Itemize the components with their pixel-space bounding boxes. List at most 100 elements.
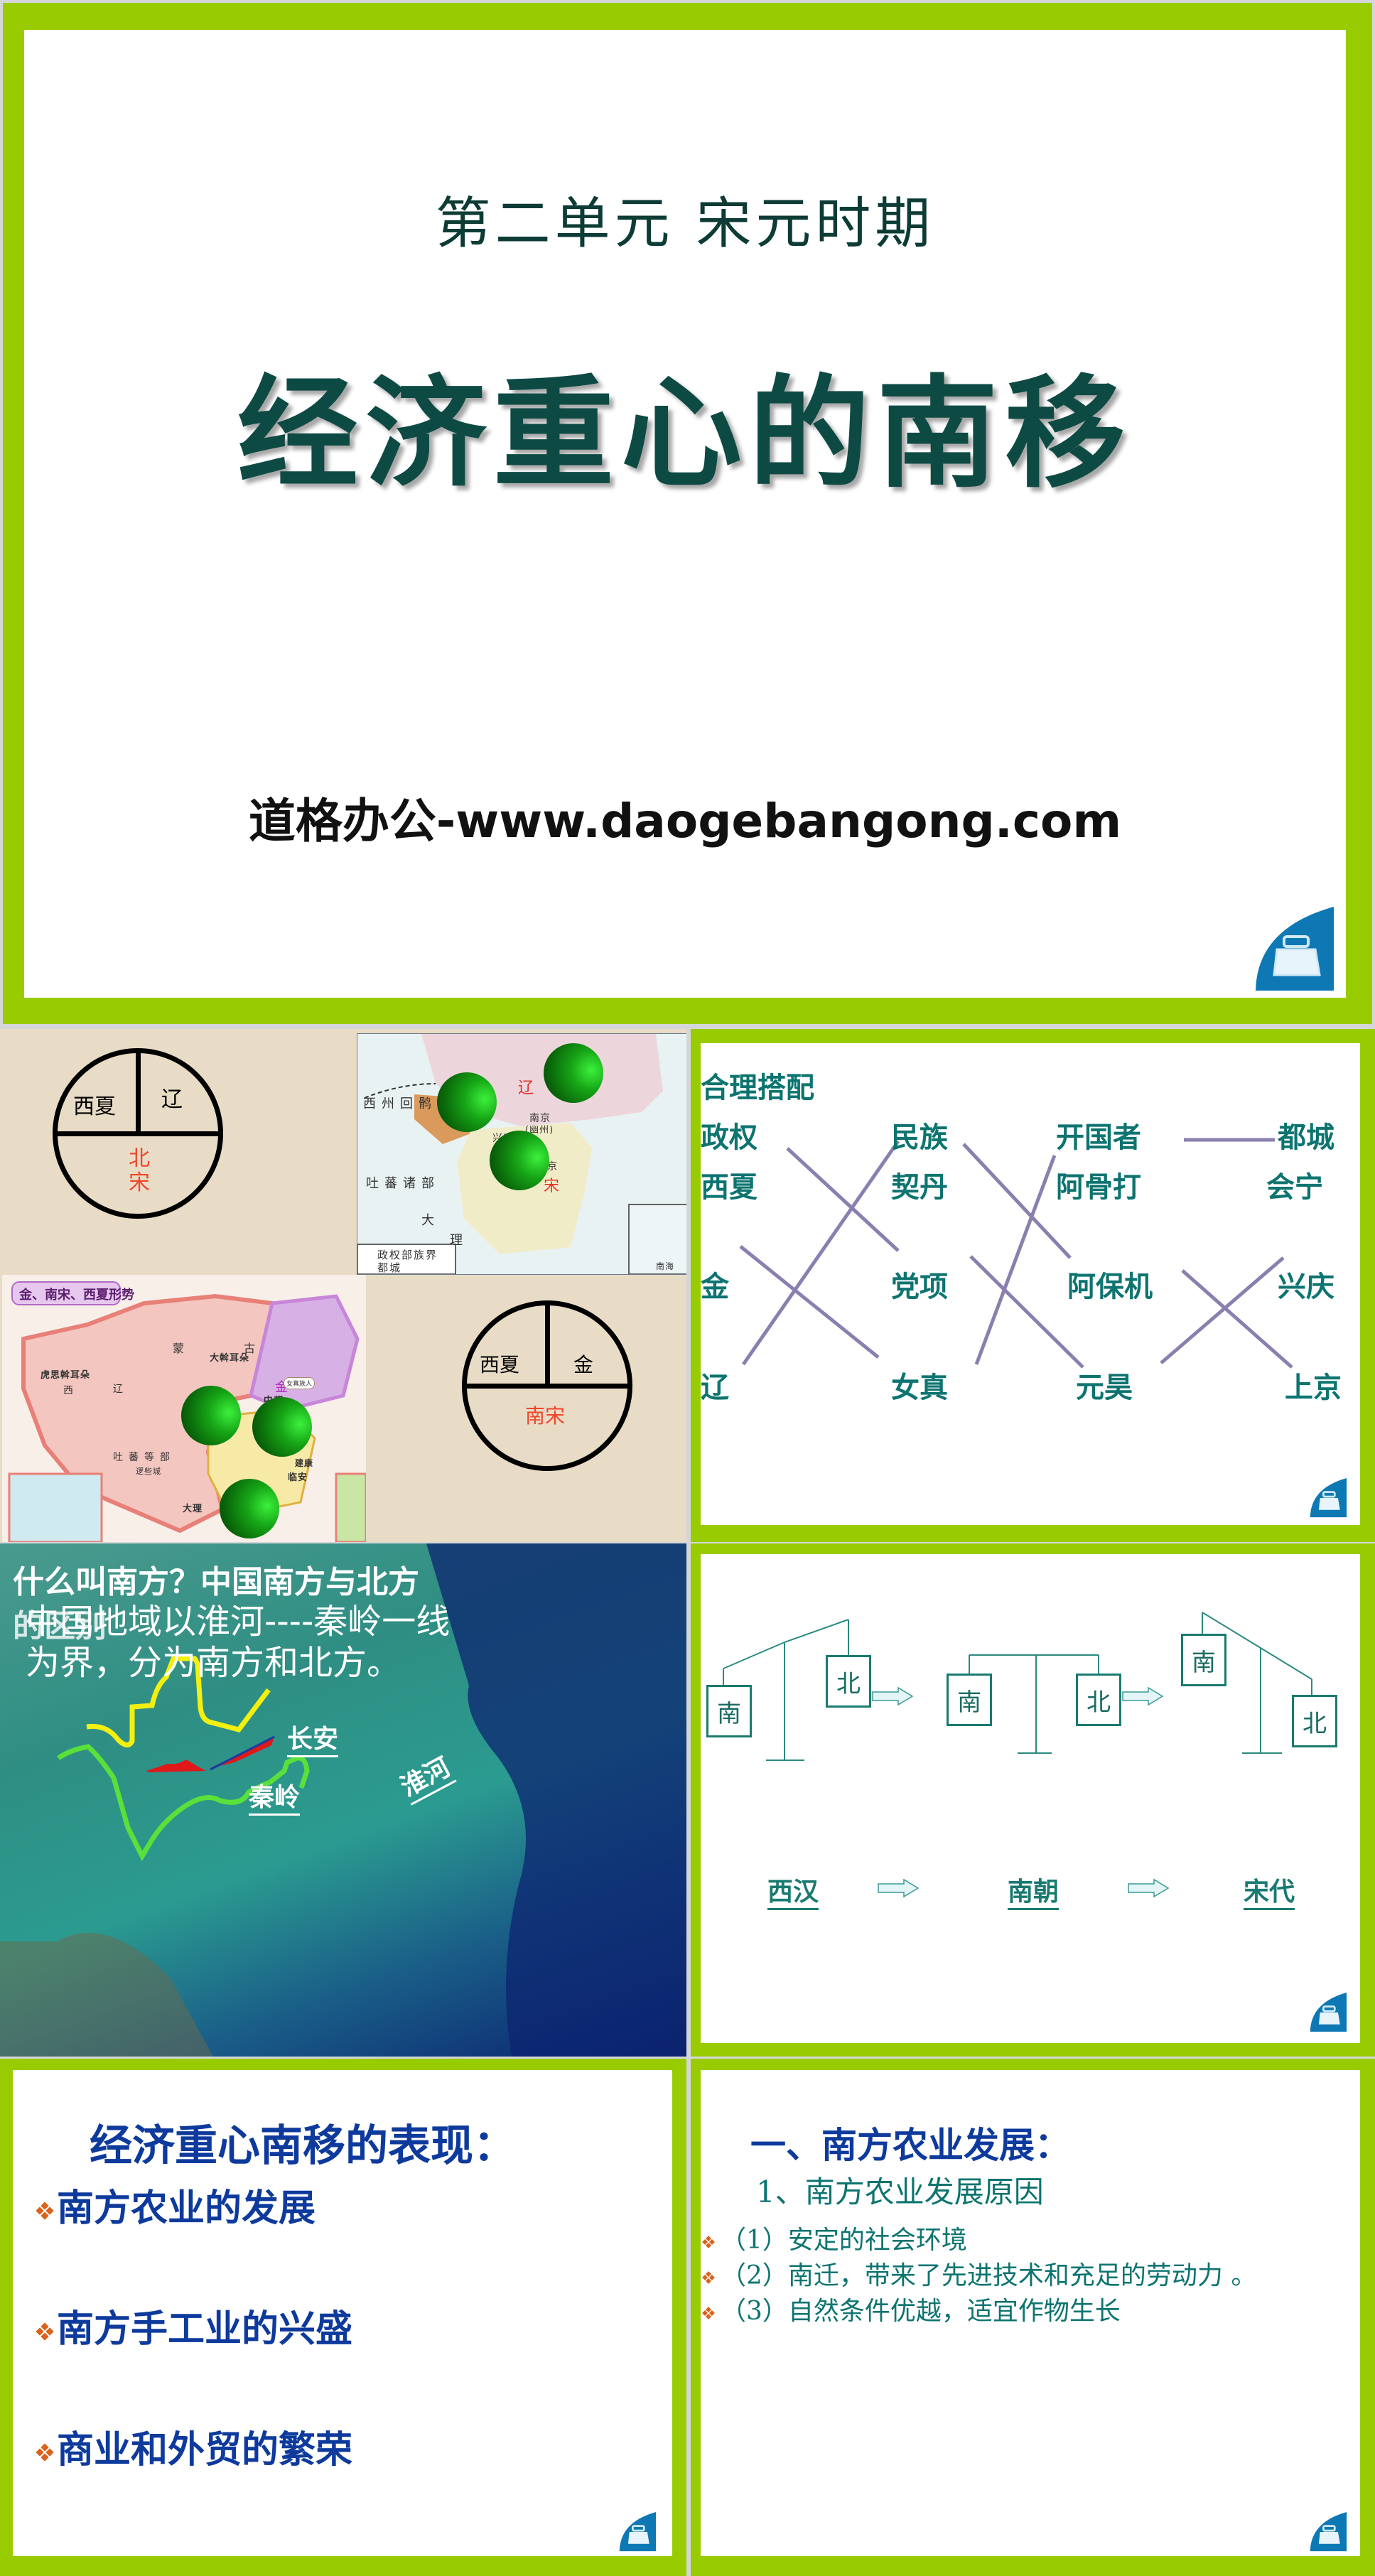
diamond-bullet-icon xyxy=(702,2307,715,2319)
north-south-map-slide: 什么叫南方？中国南方与北方 的区别 中国地域以淮河----秦岭一线 为界，分为南… xyxy=(0,1543,686,2057)
map-label: 大斡耳朵 xyxy=(210,1353,250,1364)
north-weight-box: 北 xyxy=(1292,1695,1337,1747)
jin-label: 金 xyxy=(573,1353,594,1376)
match-line xyxy=(741,1140,900,1366)
capital-item[interactable]: 上京 xyxy=(1285,1364,1342,1406)
map-note: 女真族人 xyxy=(284,1377,316,1389)
map-label: 蒙 xyxy=(173,1342,190,1355)
map-label: 辽 xyxy=(518,1079,540,1097)
founder-item[interactable]: 元昊 xyxy=(1076,1364,1133,1406)
agriculture-canvas: 一、南方农业发展： 1、南方农业发展原因 （1）安定的社会环境 （2）南迁，带来… xyxy=(701,2070,1360,2556)
map-label: 西 xyxy=(63,1385,79,1396)
unit-subtitle: 第二单元 宋元时期 xyxy=(435,192,935,256)
slide-heading: 经济重心南移的表现： xyxy=(90,2121,516,2171)
marker-ball[interactable] xyxy=(220,1479,279,1538)
match-line xyxy=(1160,1256,1285,1364)
arrow-right-icon xyxy=(1128,1878,1170,1898)
arrow-right-icon xyxy=(1122,1686,1164,1706)
regime-item[interactable]: 金 xyxy=(701,1263,729,1305)
bullet-text: 商业和外贸的繁荣 xyxy=(57,2429,353,2472)
answer-line-2: 为界，分为南方和北方。 xyxy=(26,1643,401,1683)
diamond-bullet-icon xyxy=(36,2202,54,2220)
ink-bottle-logo-icon xyxy=(1310,1478,1347,1518)
southern-song-map: 金、南宋、西夏形势 蒙 古 大斡耳朵 虎思斡耳朵 西 辽 金 中都 吐蕃等部 逻… xyxy=(2,1275,366,1542)
title-slide-canvas: 第二单元 宋元时期 经济重心的南移 道格办公-www.daogebangong.… xyxy=(24,30,1346,998)
ethnicity-item[interactable]: 契丹 xyxy=(891,1164,948,1205)
map-label: 吐蕃诸部 xyxy=(366,1176,440,1191)
map-label: 西州回鹘 xyxy=(363,1096,437,1111)
northern-song-circle-diagram: 西夏 辽 北宋 xyxy=(53,1048,223,1219)
ethnicity-item[interactable]: 女真 xyxy=(891,1364,948,1406)
southern-song-circle-diagram: 西夏 金 南宋 xyxy=(462,1300,632,1471)
balance-scales xyxy=(723,1612,1312,1898)
founder-item[interactable]: 阿骨打 xyxy=(1056,1164,1141,1205)
marker-ball[interactable] xyxy=(437,1072,497,1132)
map-title: 金、南宋、西夏形势 xyxy=(19,1288,134,1303)
agriculture-slide: 一、南方农业发展： 1、南方农业发展原因 （1）安定的社会环境 （2）南迁，带来… xyxy=(691,2059,1375,2576)
map-label: 大理 xyxy=(183,1504,203,1514)
diamond-bullet-icon xyxy=(36,2443,54,2462)
title-slide: 第二单元 宋元时期 经济重心的南移 道格办公-www.daogebangong.… xyxy=(3,3,1372,1024)
map-label: 宋 xyxy=(544,1177,566,1195)
north-weight-box: 北 xyxy=(1076,1674,1121,1726)
manifestations-slide: 经济重心南移的表现： 南方农业的发展 南方手工业的兴盛 商业和外贸的繁荣 xyxy=(0,2059,686,2576)
matching-heading: 合理搭配 xyxy=(701,1072,814,1104)
north-weight-box: 北 xyxy=(826,1655,871,1708)
liao-label: 辽 xyxy=(161,1087,183,1112)
regime-item[interactable]: 西夏 xyxy=(701,1164,757,1205)
changan-label: 长安 xyxy=(287,1718,339,1757)
marker-ball[interactable] xyxy=(490,1131,549,1190)
match-line xyxy=(969,1255,1084,1369)
column-header: 开国者 xyxy=(1056,1121,1141,1154)
match-line xyxy=(1181,1269,1293,1369)
regime-item[interactable]: 辽 xyxy=(701,1364,729,1406)
reason-text: （2）南迁，带来了先进技术和充足的劳动力 。 xyxy=(721,2261,1257,2290)
map-label: 临安 xyxy=(288,1472,308,1483)
manifestations-canvas: 经济重心南移的表现： 南方农业的发展 南方手工业的兴盛 商业和外贸的繁荣 xyxy=(13,2070,672,2556)
marker-ball[interactable] xyxy=(252,1397,312,1457)
section-heading: 一、南方农业发展： xyxy=(750,2125,1070,2166)
reason-item: （3）自然条件优越，适宜作物生长 xyxy=(701,2290,1121,2327)
ink-bottle-logo-icon xyxy=(1256,907,1334,991)
marker-ball[interactable] xyxy=(181,1386,241,1445)
bullet-item: 商业和外贸的繁荣 xyxy=(36,2420,353,2473)
reason-text: （3）自然条件优越，适宜作物生长 xyxy=(721,2297,1121,2326)
map-label: 辽 xyxy=(113,1384,129,1395)
bullet-text: 南方农业的发展 xyxy=(57,2187,316,2230)
ink-bottle-logo-icon xyxy=(1310,2512,1347,2552)
matching-slide: 合理搭配 政权 民族 开国者 都城 西夏 契丹 阿骨打 会宁 金 党项 阿保机 … xyxy=(691,1029,1375,1542)
lesson-title: 经济重心的南移 xyxy=(237,362,1133,505)
reason-item: （1）安定的社会环境 xyxy=(701,2219,967,2256)
bullet-item: 南方农业的发展 xyxy=(36,2178,316,2231)
divider xyxy=(136,1053,141,1133)
diamond-bullet-icon xyxy=(702,2271,715,2284)
period-label: 西汉 xyxy=(767,1871,819,1910)
south-weight-box: 南 xyxy=(706,1685,752,1737)
diamond-bullet-icon xyxy=(36,2322,54,2341)
map-label: 大 xyxy=(421,1213,440,1228)
watermark-url: 道格办公-www.daogebangong.com xyxy=(248,794,1122,848)
capital-item[interactable]: 兴庆 xyxy=(1278,1263,1334,1305)
regimes-collage-slide: 西夏 辽 北宋 西州回鹘 辽 南京 (幽州) 兴庆 潼州 东京 宋 吐蕃诸部 大… xyxy=(0,1029,686,1542)
map-label: 吐蕃等部 xyxy=(113,1452,176,1463)
diamond-bullet-icon xyxy=(702,2236,715,2248)
column-header: 民族 xyxy=(891,1121,948,1154)
ink-bottle-logo-icon xyxy=(1310,1993,1347,2032)
ink-bottle-logo-icon xyxy=(619,2512,657,2552)
south-weight-box: 南 xyxy=(947,1674,992,1726)
map-label: 理 xyxy=(450,1233,468,1248)
column-header: 都城 xyxy=(1278,1121,1334,1154)
ethnicity-item[interactable]: 党项 xyxy=(891,1263,948,1305)
connection-lines xyxy=(739,1138,1293,1369)
balance-slide: 南 北 南 北 南 北 西汉 南朝 宋代 xyxy=(691,1543,1375,2057)
capital-item[interactable]: 会宁 xyxy=(1266,1164,1323,1205)
marker-ball[interactable] xyxy=(544,1043,603,1103)
southern-song-label: 南宋 xyxy=(525,1404,566,1428)
column-header: 政权 xyxy=(701,1121,757,1154)
arrow-right-icon xyxy=(878,1878,920,1898)
matching-canvas: 合理搭配 政权 民族 开国者 都城 西夏 契丹 阿骨打 会宁 金 党项 阿保机 … xyxy=(701,1043,1360,1525)
bullet-item: 南方手工业的兴盛 xyxy=(36,2299,352,2352)
founder-item[interactable]: 阿保机 xyxy=(1067,1263,1153,1305)
map-label: 建康 xyxy=(295,1458,314,1468)
qinling-label: 秦岭 xyxy=(249,1777,301,1816)
